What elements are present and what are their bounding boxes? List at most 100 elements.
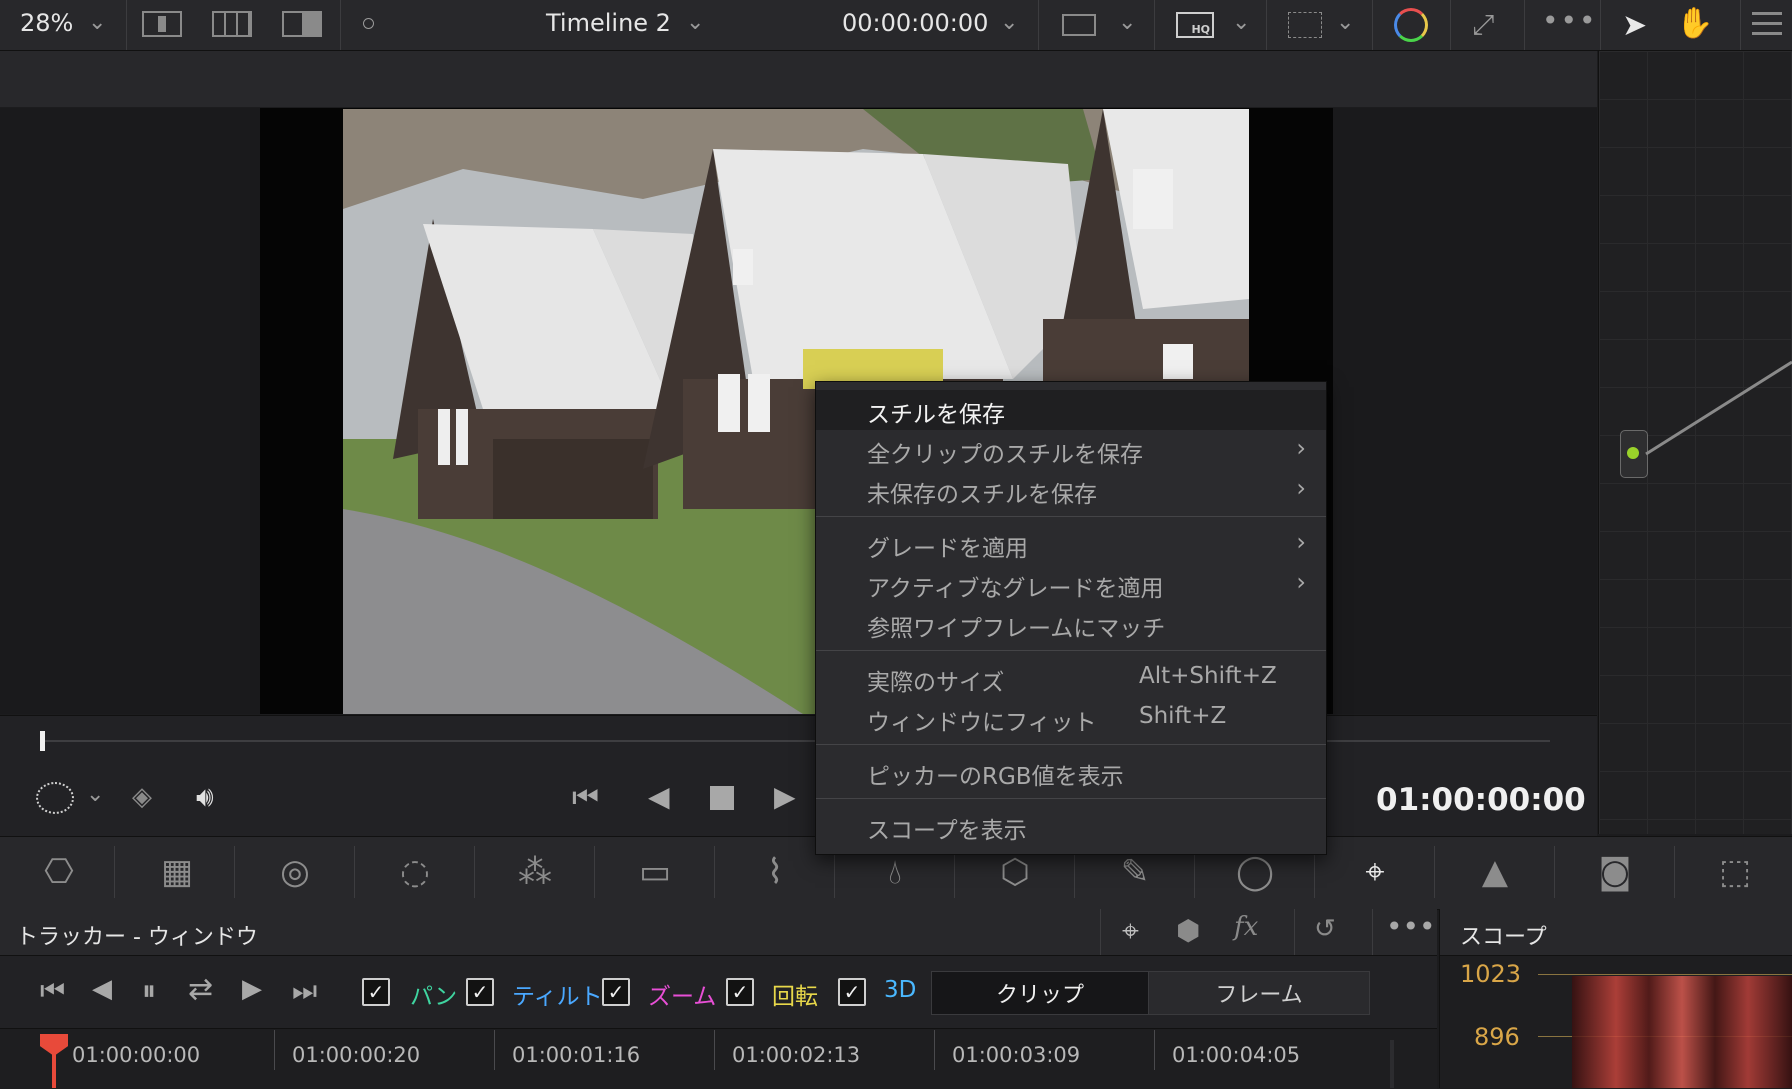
color-match-icon[interactable]: ▦ bbox=[118, 836, 236, 908]
menu-separator bbox=[816, 516, 1326, 517]
play-icon[interactable]: ▶ bbox=[774, 780, 796, 813]
divider bbox=[1294, 909, 1295, 955]
hand-icon[interactable]: ✋ bbox=[1676, 6, 1713, 41]
divider bbox=[494, 1030, 495, 1070]
divider bbox=[1434, 846, 1435, 898]
3d-checkbox[interactable]: ✓ bbox=[838, 978, 866, 1006]
timeline-selector[interactable]: Timeline 2 bbox=[546, 9, 671, 37]
menu-item-save-unsaved-stills[interactable]: 未保存のスチルを保存 › bbox=[816, 470, 1326, 510]
divider bbox=[126, 0, 127, 50]
chevron-right-icon: › bbox=[1296, 528, 1306, 556]
motion-effects-icon[interactable]: ▭ bbox=[596, 836, 714, 908]
menu-item-label: 未保存のスチルを保存 bbox=[867, 482, 1097, 508]
menu-separator bbox=[816, 798, 1326, 799]
zoom-level[interactable]: 28% bbox=[20, 9, 73, 37]
chevron-down-icon[interactable]: ⌄ bbox=[1336, 10, 1354, 35]
divider bbox=[1372, 909, 1373, 955]
hdr-wheels-icon[interactable]: ◌ bbox=[356, 836, 474, 908]
menu-shortcut: Shift+Z bbox=[1139, 703, 1227, 729]
track-point-icon[interactable]: ⌖ bbox=[1122, 914, 1139, 949]
menu-item-label: アクティブなグレードを適用 bbox=[867, 576, 1164, 602]
chevron-down-icon[interactable]: ⌄ bbox=[1118, 10, 1136, 35]
camera-raw-icon[interactable]: ⎔ bbox=[0, 836, 118, 908]
pointer-icon[interactable]: ➤ bbox=[1622, 8, 1647, 43]
color-wheels-icon[interactable]: ◎ bbox=[236, 836, 354, 908]
divider bbox=[1154, 1030, 1155, 1070]
rgb-mixer-icon[interactable]: ⁂ bbox=[476, 836, 594, 908]
divider bbox=[594, 846, 595, 898]
track-reverse-icon[interactable]: ⏮ bbox=[40, 974, 65, 1008]
divider bbox=[1038, 0, 1039, 50]
track-forward-icon[interactable]: ▶ bbox=[242, 974, 262, 1004]
menu-item-label: グレードを適用 bbox=[867, 536, 1028, 562]
chevron-down-icon[interactable]: ⌄ bbox=[88, 10, 106, 35]
reverse-play-icon[interactable]: ◀ bbox=[648, 780, 670, 813]
reset-icon[interactable]: ↺ bbox=[1314, 914, 1336, 944]
frame-guides-icon[interactable] bbox=[1062, 14, 1096, 36]
menu-item-apply-active-grade[interactable]: アクティブなグレードを適用 › bbox=[816, 564, 1326, 604]
split-view-icon[interactable] bbox=[142, 11, 182, 37]
viewer-header bbox=[0, 51, 1597, 107]
frame-mode-button[interactable]: フレーム bbox=[1148, 971, 1370, 1015]
scope-gridline bbox=[1538, 974, 1792, 975]
color-magic-icon[interactable] bbox=[1394, 8, 1428, 42]
menu-item-label: 全クリップのスチルを保存 bbox=[867, 442, 1143, 468]
chevron-down-icon[interactable]: ⌄ bbox=[86, 782, 104, 807]
zoom-label: ズーム bbox=[648, 984, 717, 1010]
go-to-start-icon[interactable]: ⏮ bbox=[572, 780, 599, 815]
hq-icon[interactable]: HQ bbox=[1176, 12, 1214, 38]
timecode-label: 01:00:04:05 bbox=[1172, 1043, 1301, 1067]
chevron-right-icon: › bbox=[1296, 568, 1306, 596]
timecode-label: 01:00:03:09 bbox=[952, 1043, 1081, 1067]
rotate-checkbox[interactable]: ✓ bbox=[726, 978, 754, 1006]
divider bbox=[1100, 909, 1101, 955]
divider bbox=[1600, 0, 1601, 50]
timecode-display[interactable]: 00:00:00:00 bbox=[842, 9, 988, 37]
stop-icon[interactable] bbox=[710, 786, 734, 810]
menu-item-show-scopes[interactable]: スコープを表示 bbox=[816, 806, 1326, 846]
fx-icon[interactable]: fx bbox=[1234, 912, 1258, 942]
playhead[interactable] bbox=[40, 731, 45, 751]
tracker-icon[interactable]: ⌖ bbox=[1316, 836, 1434, 908]
node-connection-line bbox=[1645, 360, 1792, 456]
more-options-icon[interactable]: ••• bbox=[1542, 4, 1598, 37]
chevron-right-icon: › bbox=[1296, 434, 1306, 462]
menu-item-show-picker-rgb[interactable]: ピッカーのRGB値を表示 bbox=[816, 752, 1326, 792]
zoom-checkbox[interactable]: ✓ bbox=[602, 978, 630, 1006]
menu-item-match-wipe-frame[interactable]: 参照ワイプフレームにマッチ bbox=[816, 604, 1326, 644]
chevron-down-icon[interactable]: ⌄ bbox=[1000, 10, 1018, 35]
fullscreen-icon[interactable]: ⤢ bbox=[1472, 8, 1494, 42]
grid-view-icon[interactable] bbox=[212, 11, 252, 37]
window-mode-icon[interactable] bbox=[36, 782, 74, 814]
menu-item-fit-window[interactable]: ウィンドウにフィット Shift+Z bbox=[816, 698, 1326, 738]
magic-mask-icon[interactable]: ▲ bbox=[1436, 836, 1554, 908]
image-wipe-icon[interactable] bbox=[1288, 12, 1322, 38]
wipe-icon[interactable] bbox=[282, 11, 322, 37]
track-backward-icon[interactable]: ◀ bbox=[92, 974, 112, 1004]
timeline-scrollbar[interactable] bbox=[1390, 1040, 1394, 1088]
menu-item-actual-size[interactable]: 実際のサイズ Alt+Shift+Z bbox=[816, 658, 1326, 698]
tracker-playhead-line bbox=[52, 1050, 56, 1088]
track-end-icon[interactable]: ⏭ bbox=[292, 974, 317, 1008]
transport-area bbox=[0, 715, 1597, 836]
chevron-down-icon[interactable]: ⌄ bbox=[686, 10, 704, 35]
layers-icon[interactable]: ◈ bbox=[132, 782, 152, 812]
volume-icon[interactable]: 🔊︎ bbox=[196, 780, 214, 814]
bidirectional-track-icon[interactable]: ⇄ bbox=[188, 972, 213, 1007]
node-list-icon[interactable] bbox=[1752, 12, 1782, 36]
sizing-icon[interactable]: ⬚ bbox=[1676, 836, 1792, 908]
tilt-checkbox[interactable]: ✓ bbox=[466, 978, 494, 1006]
cloud-tracker-icon[interactable]: ⬢ bbox=[1176, 914, 1200, 947]
chevron-down-icon[interactable]: ⌄ bbox=[1232, 10, 1250, 35]
blur-icon[interactable]: ◙ bbox=[1556, 836, 1674, 908]
pan-checkbox[interactable]: ✓ bbox=[362, 978, 390, 1006]
scope-level-label: 896 bbox=[1474, 1023, 1520, 1051]
pause-icon[interactable]: ⏸ bbox=[142, 974, 156, 1008]
menu-item-apply-grade[interactable]: グレードを適用 › bbox=[816, 524, 1326, 564]
more-options-icon[interactable]: ••• bbox=[1386, 910, 1436, 943]
divider bbox=[714, 1030, 715, 1070]
divider bbox=[1450, 0, 1451, 50]
menu-item-save-all-stills[interactable]: 全クリップのスチルを保存 › bbox=[816, 430, 1326, 470]
menu-item-save-still[interactable]: スチルを保存 bbox=[816, 390, 1326, 430]
clip-mode-button[interactable]: クリップ bbox=[931, 971, 1149, 1015]
